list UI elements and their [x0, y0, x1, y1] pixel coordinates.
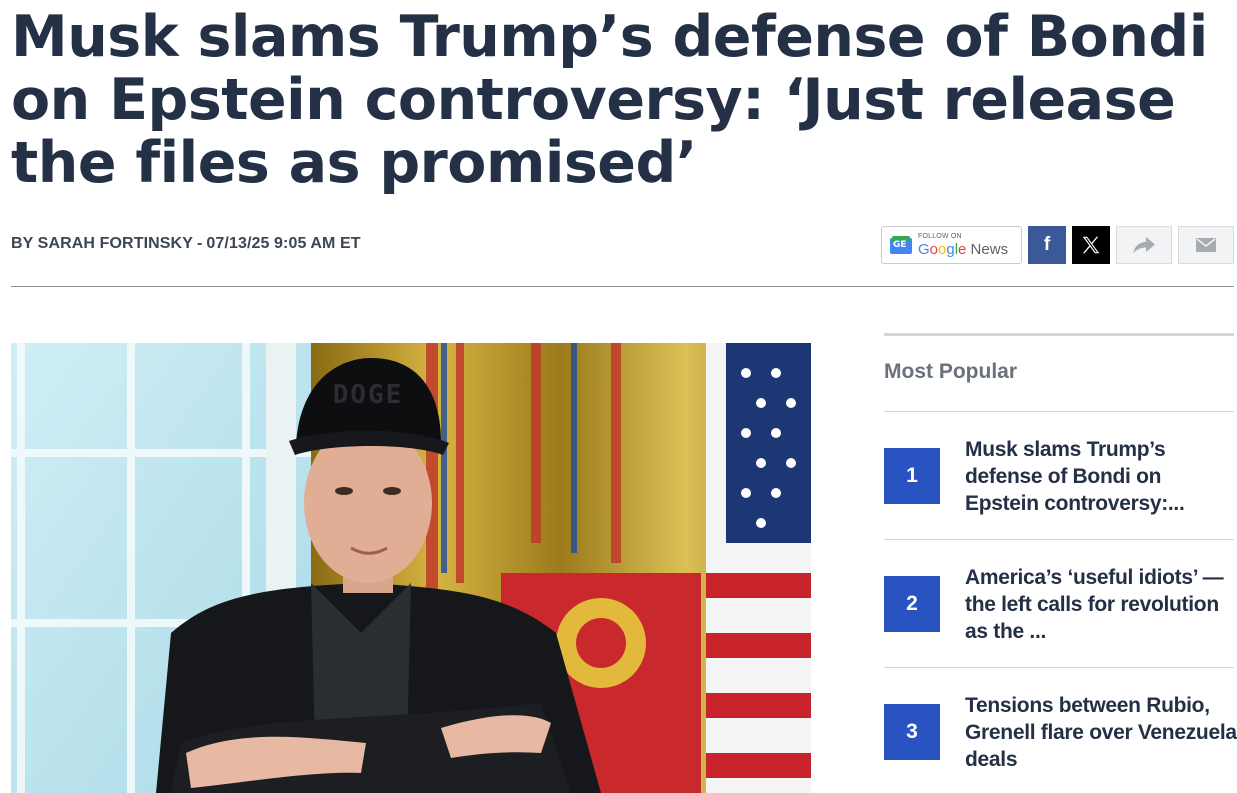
hero-image[interactable]: DOGE	[11, 343, 811, 793]
header-divider	[11, 286, 1234, 287]
x-icon	[1082, 236, 1100, 254]
facebook-share-button[interactable]: f	[1028, 226, 1066, 264]
most-popular-link[interactable]: Musk slams Trump’s defense of Bondi on E…	[965, 436, 1237, 517]
email-icon	[1196, 238, 1216, 252]
sidebar-top-rule	[884, 333, 1234, 336]
article-headline: Musk slams Trump’s defense of Bondi on E…	[11, 4, 1208, 196]
google-news-brand: Google News	[918, 241, 1009, 258]
rank-badge: 3	[884, 704, 940, 760]
hero-photo: DOGE	[11, 343, 811, 793]
svg-text:DOGE: DOGE	[333, 380, 404, 410]
byline-separator: -	[196, 235, 203, 252]
x-share-button[interactable]	[1072, 226, 1110, 264]
share-bar: GE FOLLOW ON Google News f	[881, 226, 1234, 264]
email-share-button[interactable]	[1178, 226, 1234, 264]
google-news-icon: GE	[890, 236, 912, 254]
publish-datetime: 07/13/25 9:05 AM ET	[206, 235, 361, 252]
share-button[interactable]	[1116, 226, 1172, 264]
author-link[interactable]: BY SARAH FORTINSKY	[11, 235, 193, 252]
most-popular-item[interactable]: 1 Musk slams Trump’s defense of Bondi on…	[884, 411, 1234, 539]
most-popular-title: Most Popular	[884, 360, 1018, 383]
google-news-follow-button[interactable]: GE FOLLOW ON Google News	[881, 226, 1022, 264]
most-popular-item[interactable]: 3 Tensions between Rubio, Grenell flare …	[884, 667, 1237, 793]
most-popular-link[interactable]: America’s ‘useful idiots’ — the left cal…	[965, 564, 1237, 645]
google-news-follow-label: FOLLOW ON	[918, 233, 962, 240]
most-popular-item[interactable]: 2 America’s ‘useful idiots’ — the left c…	[884, 539, 1234, 667]
facebook-icon: f	[1043, 234, 1051, 255]
most-popular-link[interactable]: Tensions between Rubio, Grenell flare ov…	[965, 692, 1237, 773]
byline-row: BY SARAH FORTINSKY -07/13/25 9:05 AM ET G…	[11, 226, 1234, 266]
most-popular-sidebar: Most Popular 1 Musk slams Trump’s defens…	[884, 333, 1237, 793]
share-arrow-icon	[1133, 237, 1155, 253]
byline: BY SARAH FORTINSKY -07/13/25 9:05 AM ET	[11, 235, 361, 253]
rank-badge: 1	[884, 448, 940, 504]
rank-badge: 2	[884, 576, 940, 632]
